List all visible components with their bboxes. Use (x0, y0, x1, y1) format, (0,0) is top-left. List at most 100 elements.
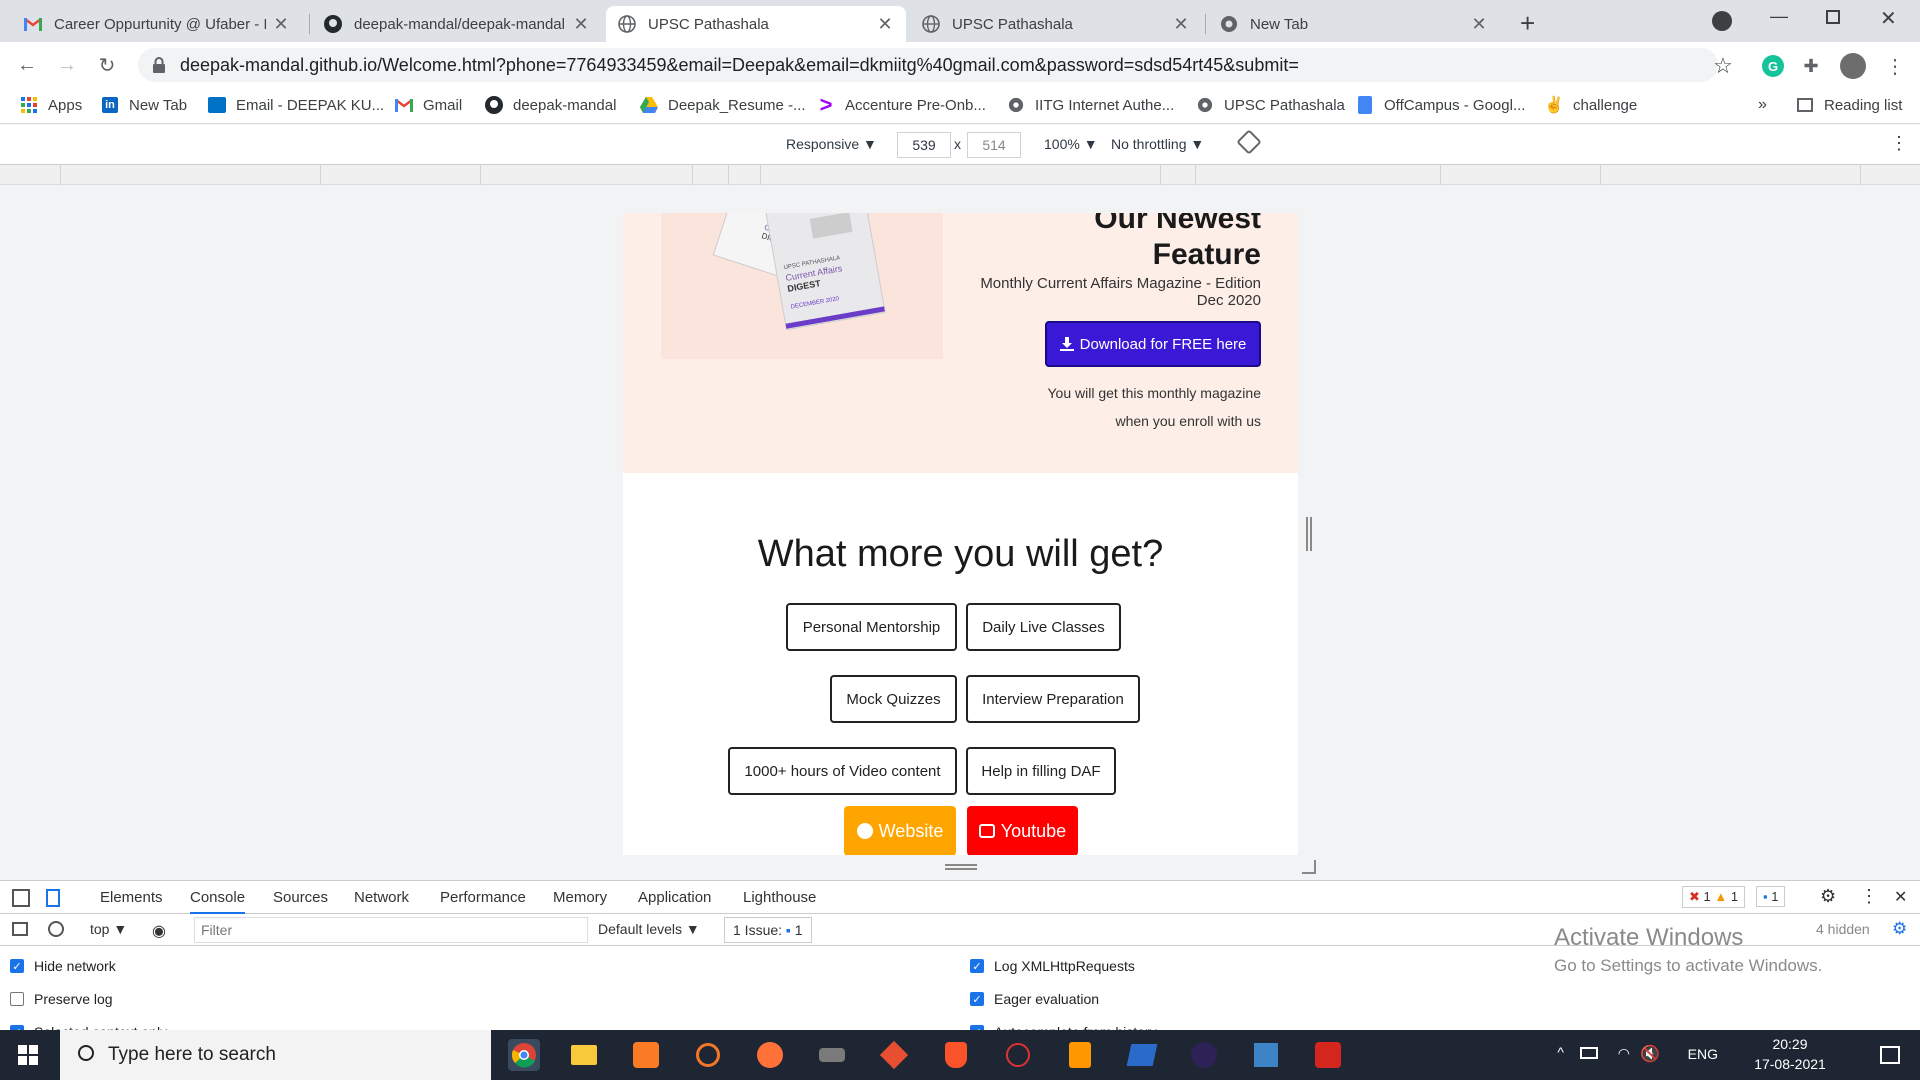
tab-console[interactable]: Console (190, 889, 246, 914)
error-warning-counter[interactable]: ✖ 1 ▲ 1 (1682, 886, 1746, 908)
grammarly-icon[interactable]: G (1762, 55, 1784, 77)
minimize-icon[interactable]: — (1770, 6, 1788, 27)
context-select[interactable]: top ▼ (90, 921, 127, 937)
close-icon[interactable]: ✕ (1172, 14, 1190, 35)
xampp-icon[interactable] (630, 1039, 662, 1071)
setting-hide-network[interactable]: ✓ Hide network (10, 958, 116, 974)
chrome-app-icon[interactable] (508, 1039, 540, 1071)
tab-lighthouse[interactable]: Lighthouse (743, 889, 816, 906)
sidebar-toggle-icon[interactable] (12, 922, 28, 936)
wifi-icon[interactable]: ◠ (1618, 1045, 1630, 1062)
rotate-icon[interactable] (1236, 129, 1262, 155)
bookmark-upsc[interactable]: UPSC Pathashala (1196, 96, 1345, 114)
device-mode-select[interactable]: Responsive ▼ (786, 136, 877, 152)
pill-interview-preparation[interactable]: Interview Preparation (966, 675, 1140, 723)
tab-upsc-active[interactable]: UPSC Pathashala ✕ (606, 6, 906, 42)
messages-counter[interactable]: ▪ 1 (1756, 886, 1786, 907)
tab-career[interactable]: Career Oppurtunity @ Ufaber - F ✕ (12, 6, 302, 42)
tab-memory[interactable]: Memory (553, 889, 607, 906)
bookmark-resume[interactable]: Deepak_Resume -... (640, 96, 806, 114)
setting-eager-evaluation[interactable]: ✓ Eager evaluation (970, 991, 1099, 1007)
tab-elements[interactable]: Elements (100, 889, 163, 906)
download-button[interactable]: Download for FREE here (1045, 321, 1261, 367)
device-toggle-icon[interactable] (46, 889, 60, 907)
firefox-icon[interactable] (754, 1039, 786, 1071)
close-icon[interactable]: ✕ (572, 14, 590, 35)
tab-sources[interactable]: Sources (273, 889, 328, 906)
virtualbox-icon[interactable] (1250, 1039, 1282, 1071)
bookmark-apps[interactable]: Apps (20, 96, 82, 114)
viewport-width-input[interactable]: 539 (897, 132, 951, 158)
issues-button[interactable]: 1 Issue: ▪ 1 (724, 917, 812, 943)
resize-handle-bottom[interactable] (945, 864, 977, 870)
resize-handle-right[interactable] (1306, 517, 1312, 551)
pill-mock-quizzes[interactable]: Mock Quizzes (830, 675, 957, 723)
language-indicator[interactable]: ENG (1688, 1046, 1718, 1062)
sublime-text-icon[interactable] (1064, 1039, 1096, 1071)
checkbox[interactable]: ✓ (970, 992, 984, 1006)
settings-gear-icon[interactable]: ⚙ (1820, 886, 1836, 907)
powershell-icon[interactable] (1126, 1039, 1158, 1071)
tray-chevron-icon[interactable]: ^ (1557, 1044, 1564, 1060)
bookmark-email[interactable]: Email - DEEPAK KU... (208, 96, 384, 114)
new-tab-plus-icon[interactable]: + (1520, 8, 1535, 39)
bookmark-star-icon[interactable]: ☆ (1712, 53, 1734, 78)
tab-github[interactable]: deepak-mandal/deepak-mandal. ✕ (312, 6, 602, 42)
bookmark-new-tab[interactable]: in New Tab (101, 96, 187, 114)
clock[interactable]: 20:29 17-08-2021 (1750, 1036, 1830, 1072)
tab-new-tab[interactable]: New Tab ✕ (1208, 6, 1500, 42)
pill-daily-live-classes[interactable]: Daily Live Classes (966, 603, 1121, 651)
eclipse-ide-icon[interactable] (1188, 1039, 1220, 1071)
bookmark-iitg[interactable]: IITG Internet Authe... (1007, 96, 1174, 114)
battery-icon[interactable] (1580, 1047, 1598, 1059)
throttling-select[interactable]: No throttling ▼ (1111, 136, 1204, 152)
git-icon[interactable] (878, 1039, 910, 1071)
inspect-element-icon[interactable] (12, 889, 30, 907)
viewport-height-input[interactable]: 514 (967, 132, 1021, 158)
resize-corner-handle[interactable] (1302, 860, 1316, 874)
setting-preserve-log[interactable]: Preserve log (10, 991, 113, 1007)
console-settings-gear-icon[interactable]: ⚙ (1892, 919, 1907, 939)
eclipse-icon[interactable] (692, 1039, 724, 1071)
checkbox[interactable]: ✓ (10, 959, 24, 973)
zoom-select[interactable]: 100% ▼ (1044, 136, 1098, 152)
bookmark-accenture[interactable]: > Accenture Pre-Onb... (817, 92, 986, 117)
profile-avatar[interactable] (1840, 53, 1866, 79)
console-filter-input[interactable]: Filter (194, 917, 588, 943)
kebab-menu-icon[interactable]: ⋮ (1884, 55, 1906, 78)
reading-list[interactable]: Reading list (1796, 96, 1902, 114)
pill-personal-mentorship[interactable]: Personal Mentorship (786, 603, 957, 651)
checkbox[interactable] (10, 992, 24, 1006)
close-icon[interactable]: ✕ (1470, 14, 1488, 35)
tab-upsc[interactable]: UPSC Pathashala ✕ (910, 6, 1202, 42)
tab-application[interactable]: Application (638, 889, 711, 906)
close-icon[interactable]: ✕ (876, 14, 894, 35)
device-menu-kebab-icon[interactable]: ⋮ (1890, 133, 1908, 154)
close-icon[interactable]: ✕ (272, 14, 290, 35)
bookmark-gmail[interactable]: Gmail (395, 96, 462, 114)
pill-help-daf[interactable]: Help in filling DAF (966, 747, 1116, 795)
tab-search-icon[interactable] (1712, 11, 1732, 31)
bookmark-deepak-mandal[interactable]: deepak-mandal (485, 96, 616, 114)
setting-log-xhr[interactable]: ✓ Log XMLHttpRequests (970, 958, 1135, 974)
windows-start-icon[interactable] (18, 1045, 38, 1069)
taskbar-search-input[interactable]: Type here to search (60, 1030, 491, 1080)
checkbox[interactable]: ✓ (970, 959, 984, 973)
clear-console-icon[interactable] (48, 921, 64, 937)
log-levels-select[interactable]: Default levels ▼ (598, 921, 700, 937)
forward-arrow-icon[interactable]: → (52, 50, 82, 80)
file-explorer-icon[interactable] (568, 1039, 600, 1071)
bookmark-challenge[interactable]: ✌ challenge (1544, 96, 1637, 115)
website-button[interactable]: Website (844, 806, 956, 855)
bookmarks-overflow-chevron-icon[interactable]: » (1758, 96, 1767, 114)
volume-muted-icon[interactable]: 🔇 (1640, 1044, 1660, 1064)
devtools-kebab-icon[interactable]: ⋮ (1860, 886, 1878, 907)
address-bar[interactable]: deepak-mandal.github.io/Welcome.html?pho… (138, 48, 1718, 82)
game-app-icon[interactable] (816, 1039, 848, 1071)
eye-icon[interactable]: ◉ (152, 921, 166, 941)
bookmark-offcampus[interactable]: OffCampus - Googl... (1356, 96, 1525, 114)
brave-icon[interactable] (940, 1039, 972, 1071)
close-window-icon[interactable]: ✕ (1880, 6, 1897, 31)
pill-video-content[interactable]: 1000+ hours of Video content (728, 747, 957, 795)
devtools-close-icon[interactable]: ✕ (1894, 887, 1907, 907)
